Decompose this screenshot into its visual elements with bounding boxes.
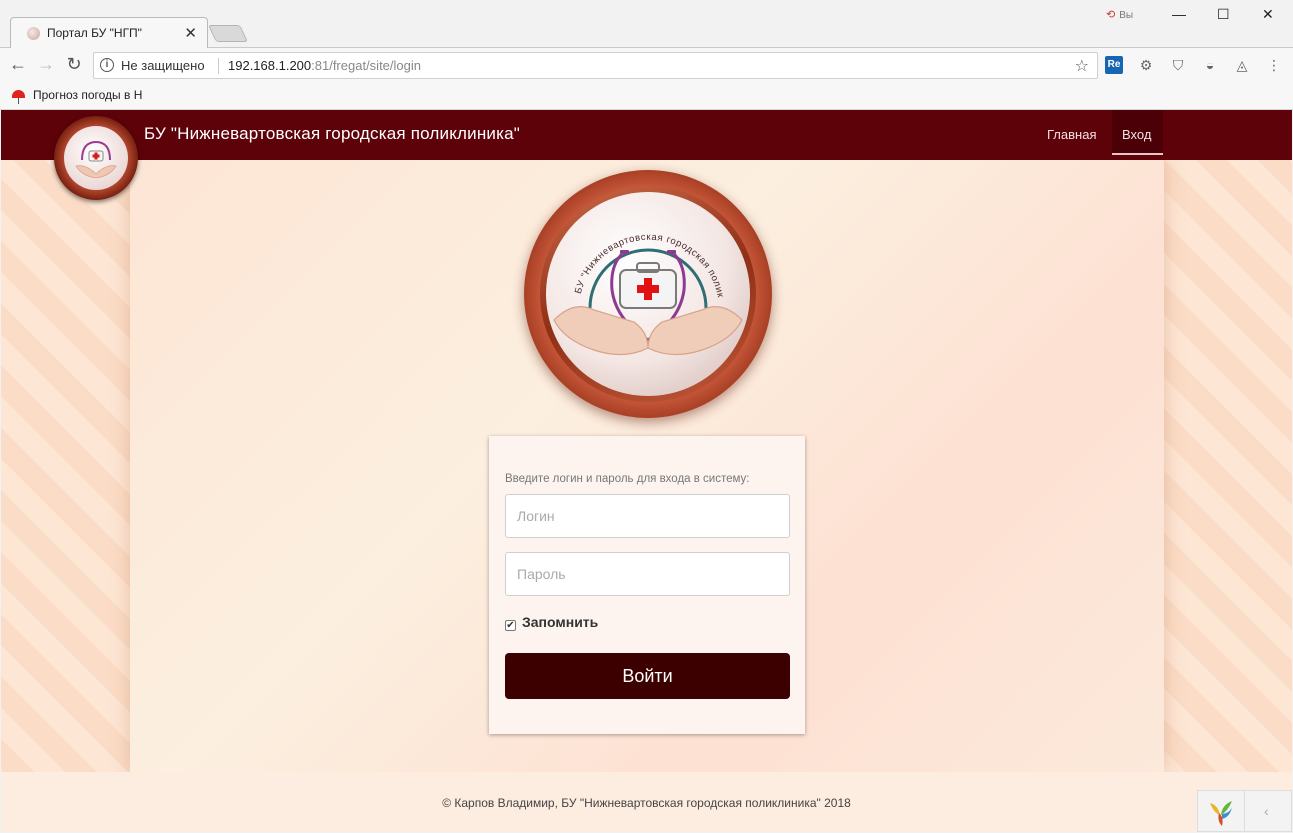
address-bar[interactable]: i Не защищено 192.168.1.200:81/fregat/si…	[93, 52, 1098, 79]
url-host: 192.168.1.200	[228, 58, 312, 73]
bookmark-weather[interactable]: Прогноз погоды в Н	[12, 88, 143, 104]
url-path: :81/fregat/site/login	[311, 58, 421, 73]
bookmark-star-icon[interactable]: ☆	[1075, 56, 1089, 76]
address-separator	[218, 58, 219, 74]
browser-menu-icon[interactable]: ⋮	[1265, 56, 1283, 74]
security-status: Не защищено	[121, 58, 205, 73]
yii-debug-toolbar[interactable]: ‹	[1197, 790, 1292, 832]
reload-icon[interactable]: ↻	[62, 54, 86, 75]
username-input[interactable]	[505, 494, 790, 538]
info-icon[interactable]: i	[100, 58, 114, 72]
extension-cup-icon[interactable]: ◒	[1201, 56, 1219, 74]
remember-me[interactable]: ✔ Запомнить	[505, 614, 599, 631]
yii-separator	[1244, 791, 1245, 832]
browser-tab[interactable]: Портал БУ "НГП" ✕	[10, 17, 208, 48]
close-window-icon[interactable]: ✕	[1262, 6, 1274, 23]
header-logo[interactable]	[54, 116, 138, 200]
site-title[interactable]: БУ "Нижневартовская городская поликлиник…	[144, 124, 520, 144]
url-text[interactable]: 192.168.1.200:81/fregat/site/login	[228, 58, 421, 73]
browser-titlebar: Портал БУ "НГП" ✕ ⟲ Вы — ☐ ✕	[0, 0, 1293, 48]
extension-re-icon[interactable]: Re	[1105, 56, 1123, 74]
login-prompt: Введите логин и пароль для входа в систе…	[505, 473, 750, 485]
header-logo-face	[64, 126, 128, 190]
profile-label: Вы	[1119, 10, 1134, 21]
nav-login-link[interactable]: Вход	[1122, 127, 1151, 142]
password-input[interactable]	[505, 552, 790, 596]
site-favicon-icon	[27, 27, 40, 40]
umbrella-icon	[12, 90, 25, 104]
extension-shield-icon[interactable]: ⛉	[1169, 56, 1187, 74]
sync-icon: ⟲	[1106, 9, 1116, 21]
minimize-icon[interactable]: —	[1172, 6, 1186, 22]
site-header: БУ "Нижневартовская городская поликлиник…	[1, 110, 1292, 160]
extension-gear-icon[interactable]: ⚙	[1137, 56, 1155, 74]
chevron-left-icon[interactable]: ‹	[1264, 803, 1269, 819]
browser-toolbar: ← → ↻ i Не защищено 192.168.1.200:81/fre…	[0, 48, 1293, 84]
maximize-icon[interactable]: ☐	[1217, 6, 1230, 23]
clinic-logo: БУ "Нижневартовская городская поликлиник…	[524, 170, 772, 418]
site-footer: © Карпов Владимир, БУ "Нижневартовская г…	[1, 772, 1292, 832]
profile-button[interactable]: ⟲ Вы	[1106, 8, 1133, 21]
new-tab-button[interactable]	[208, 25, 248, 42]
login-button[interactable]: Войти	[505, 653, 790, 699]
back-icon[interactable]: ←	[6, 54, 30, 75]
tab-close-icon[interactable]: ✕	[184, 24, 197, 42]
forward-icon[interactable]: →	[34, 54, 58, 75]
page-background: БУ "Нижневартовская городская поликлиник…	[1, 110, 1292, 832]
bookmark-label: Прогноз погоды в Н	[33, 88, 143, 102]
clinic-emblem-icon: БУ "Нижневартовская городская поликлиник…	[524, 170, 743, 356]
remember-label: Запомнить	[522, 614, 599, 630]
extension-triangle-icon[interactable]: ◬	[1233, 56, 1251, 74]
tab-title: Портал БУ "НГП"	[47, 26, 142, 40]
yii-logo-icon	[1210, 801, 1232, 826]
header-logo-emblem-icon	[75, 140, 117, 179]
footer-copyright: © Карпов Владимир, БУ "Нижневартовская г…	[442, 796, 851, 810]
bookmarks-bar: Прогноз погоды в Н	[0, 84, 1293, 110]
nav-home-link[interactable]: Главная	[1047, 127, 1096, 142]
remember-checkbox[interactable]: ✔	[505, 620, 516, 631]
login-form: Введите логин и пароль для входа в систе…	[489, 436, 805, 734]
